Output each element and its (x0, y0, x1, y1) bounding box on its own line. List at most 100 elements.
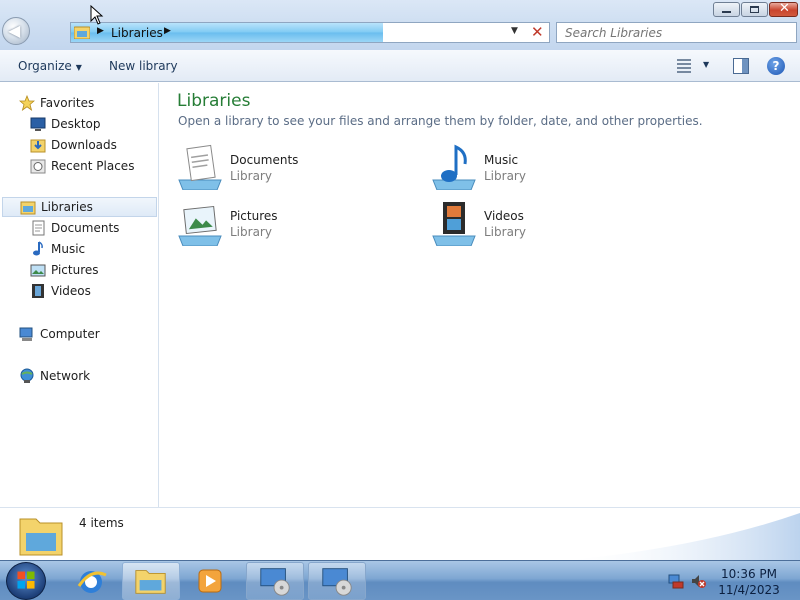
nav-favorites[interactable]: Favorites (19, 93, 94, 113)
windows-explorer-icon (135, 570, 166, 594)
close-button[interactable]: ✕ (769, 1, 798, 17)
libraries-folder-icon (19, 518, 63, 556)
desktop-icon (30, 117, 46, 131)
minimize-button[interactable] (713, 2, 740, 17)
library-type: Library (230, 225, 272, 239)
nav-label: Network (40, 369, 91, 383)
libraries-folder-icon (74, 26, 90, 39)
nav-item-downloads[interactable]: Downloads (30, 135, 117, 155)
taskbar: 10:36 PM 11/4/2023 (0, 560, 800, 600)
clock-time: 10:36 PM (721, 567, 777, 581)
nav-label: Music (51, 242, 86, 256)
library-name: Videos (484, 209, 524, 223)
libraries-content-pane: Libraries Open a library to see your fil… (160, 83, 800, 507)
library-tile-documents[interactable]: Documents Library (177, 144, 377, 194)
taskbar-windows-explorer[interactable] (122, 562, 180, 600)
network-status-icon[interactable] (668, 573, 684, 589)
volume-muted-icon[interactable] (690, 573, 706, 589)
nav-label: Downloads (51, 138, 117, 152)
page-title: Libraries (177, 91, 251, 111)
documents-icon (32, 220, 45, 236)
nav-label: Pictures (51, 263, 99, 277)
nav-label: Computer (40, 327, 100, 341)
organize-label: Organize (18, 59, 72, 73)
chevron-down-icon: ▼ (703, 60, 710, 69)
clock-date: 11/4/2023 (718, 583, 780, 597)
nav-label: Recent Places (51, 159, 135, 173)
nav-item-desktop[interactable]: Desktop (30, 114, 101, 134)
address-dropdown-icon[interactable]: ▼ (511, 26, 518, 36)
minimize-icon (722, 11, 731, 13)
preview-pane-button[interactable] (733, 58, 749, 74)
windows-logo-icon (17, 571, 35, 589)
taskbar-media-player[interactable] (181, 562, 239, 600)
nav-label: Desktop (51, 117, 101, 131)
videos-library-icon (432, 202, 476, 246)
command-bar: Organize ▼ New library ▼ ? (0, 50, 800, 82)
nav-item-documents[interactable]: Documents (30, 218, 119, 238)
stop-icon[interactable]: ✕ (531, 23, 544, 41)
page-subtitle: Open a library to see your files and arr… (178, 114, 703, 128)
arrow-left-icon: ◀ (8, 21, 21, 40)
videos-icon (32, 284, 44, 298)
maximize-icon (750, 6, 759, 13)
music-icon (33, 241, 43, 256)
search-box[interactable] (556, 22, 797, 43)
breadcrumb-separator-icon[interactable]: ▶ (164, 26, 171, 36)
nav-item-pictures[interactable]: Pictures (30, 260, 99, 280)
taskbar-program-group-1[interactable] (246, 562, 304, 600)
downloads-folder-icon (30, 139, 46, 153)
breadcrumb-separator-icon[interactable]: ▶ (97, 26, 104, 36)
nav-network[interactable]: Network (19, 366, 90, 386)
start-button[interactable] (6, 562, 46, 600)
nav-item-videos[interactable]: Videos (30, 281, 91, 301)
nav-item-music[interactable]: Music (30, 239, 85, 259)
library-type: Library (484, 169, 526, 183)
library-tile-pictures[interactable]: Pictures Library (177, 200, 377, 250)
address-bar[interactable]: ▶ Libraries ▶ ▼ ✕ (70, 22, 550, 43)
recent-places-icon (30, 159, 46, 174)
maximize-button[interactable] (741, 2, 768, 17)
computer-disc-icon (260, 568, 290, 596)
library-type: Library (230, 169, 272, 183)
mouse-cursor-icon (90, 5, 104, 25)
nav-label: Documents (51, 221, 120, 235)
system-clock[interactable]: 10:36 PM 11/4/2023 (714, 566, 784, 598)
library-name: Music (484, 153, 519, 167)
nav-label: Favorites (40, 96, 95, 110)
window-titlebar: ◀ ▶ Libraries ▶ ▼ ✕ ✕ (0, 0, 800, 50)
library-type: Library (484, 225, 526, 239)
organize-button[interactable]: Organize ▼ (18, 59, 82, 73)
library-tile-music[interactable]: Music Library (431, 144, 631, 194)
computer-icon (19, 327, 33, 341)
music-library-icon (432, 144, 476, 190)
close-icon: ✕ (779, 1, 790, 16)
help-icon[interactable]: ? (767, 57, 785, 75)
taskbar-internet-explorer[interactable] (63, 562, 121, 600)
nav-label: Libraries (41, 200, 93, 214)
library-name: Pictures (230, 209, 278, 223)
item-count: 4 items (79, 516, 124, 530)
pictures-icon (30, 264, 46, 277)
back-button[interactable]: ◀ (2, 17, 30, 45)
nav-computer[interactable]: Computer (19, 324, 100, 344)
media-player-icon (198, 569, 222, 593)
taskbar-program-group-2[interactable] (308, 562, 366, 600)
navigation-pane: Favorites Desktop Downloads Recent Place… (0, 83, 159, 507)
network-icon (20, 368, 34, 383)
computer-disc-icon (322, 568, 352, 596)
library-name: Documents (230, 153, 299, 167)
libraries-folder-icon (20, 201, 36, 215)
breadcrumb-libraries[interactable]: Libraries (111, 26, 163, 40)
chevron-down-icon: ▼ (75, 63, 82, 72)
nav-label: Videos (51, 284, 91, 298)
view-options-icon (677, 59, 691, 73)
nav-libraries[interactable]: Libraries (2, 197, 157, 217)
search-input[interactable] (557, 23, 796, 42)
change-view-button[interactable]: ▼ (677, 59, 713, 75)
documents-library-icon (178, 144, 222, 190)
library-tile-videos[interactable]: Videos Library (431, 200, 631, 250)
nav-item-recent-places[interactable]: Recent Places (30, 156, 134, 176)
pictures-library-icon (178, 205, 222, 246)
new-library-button[interactable]: New library (109, 59, 178, 73)
